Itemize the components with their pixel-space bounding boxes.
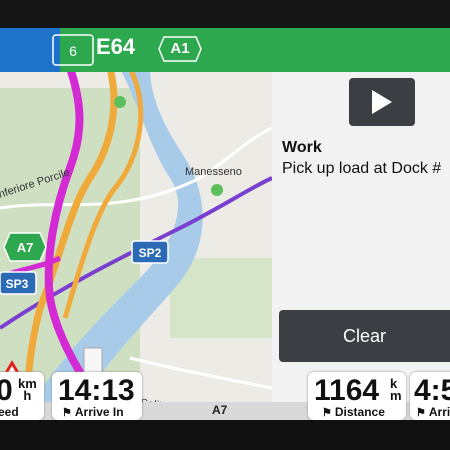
work-title: Work [282,139,322,156]
distance-label: ⚑ Distance [322,405,385,419]
checkered-flag-icon: ⚑ [416,407,426,419]
turn-header[interactable]: 6 E64 A1 [0,28,450,72]
device-bezel-bottom [0,420,450,450]
speed-label: eed [0,405,19,419]
speed-field[interactable]: 0 km h eed [0,372,44,420]
clear-button[interactable]: Clear [279,310,450,362]
current-road-name: A7 [212,403,228,417]
time-label: ⚑Arrive [416,405,450,419]
turn-tab[interactable] [0,28,60,72]
shield-sp3: SP3 [0,271,37,295]
work-description: Pick up load at Dock # [282,160,442,177]
poi-marker [211,184,223,196]
checkered-flag-icon: ⚑ [62,407,72,419]
arrive-value: 14:13 [58,374,135,407]
time-field[interactable]: 4:5 ⚑Arrive [410,372,450,420]
distance-value: 1164 [314,374,380,407]
distance-unit: k m [390,376,402,403]
checkered-flag-icon: ⚑ [322,407,332,419]
speed-unit: km h [18,376,37,403]
svg-text:6: 6 [69,43,77,59]
svg-text:SP2: SP2 [139,246,162,260]
shield-sp2: SP2 [131,240,169,264]
arrive-field[interactable]: 14:13 ⚑ Arrive In [52,372,142,420]
highway-shield-icon: 6 [52,34,94,66]
speed-value: 0 [0,374,13,407]
distance-field[interactable]: 1164 k m ⚑ Distance [308,372,406,420]
time-value: 4:5 [414,374,450,407]
road-e64: E64 [96,34,136,59]
arrive-label: ⚑ Arrive In [62,405,124,419]
svg-text:SP3: SP3 [6,277,29,291]
map-view[interactable]: Manesseno nferiore Porcile Salita Bocche… [0,28,272,420]
road-a1-shield: A1 [158,36,202,62]
poi-marker [114,96,126,108]
play-button[interactable] [349,78,415,126]
place-label: Manesseno [185,166,242,178]
svg-text:A7: A7 [17,240,34,255]
shield-a7: A7 [3,232,47,262]
play-icon [372,90,392,114]
